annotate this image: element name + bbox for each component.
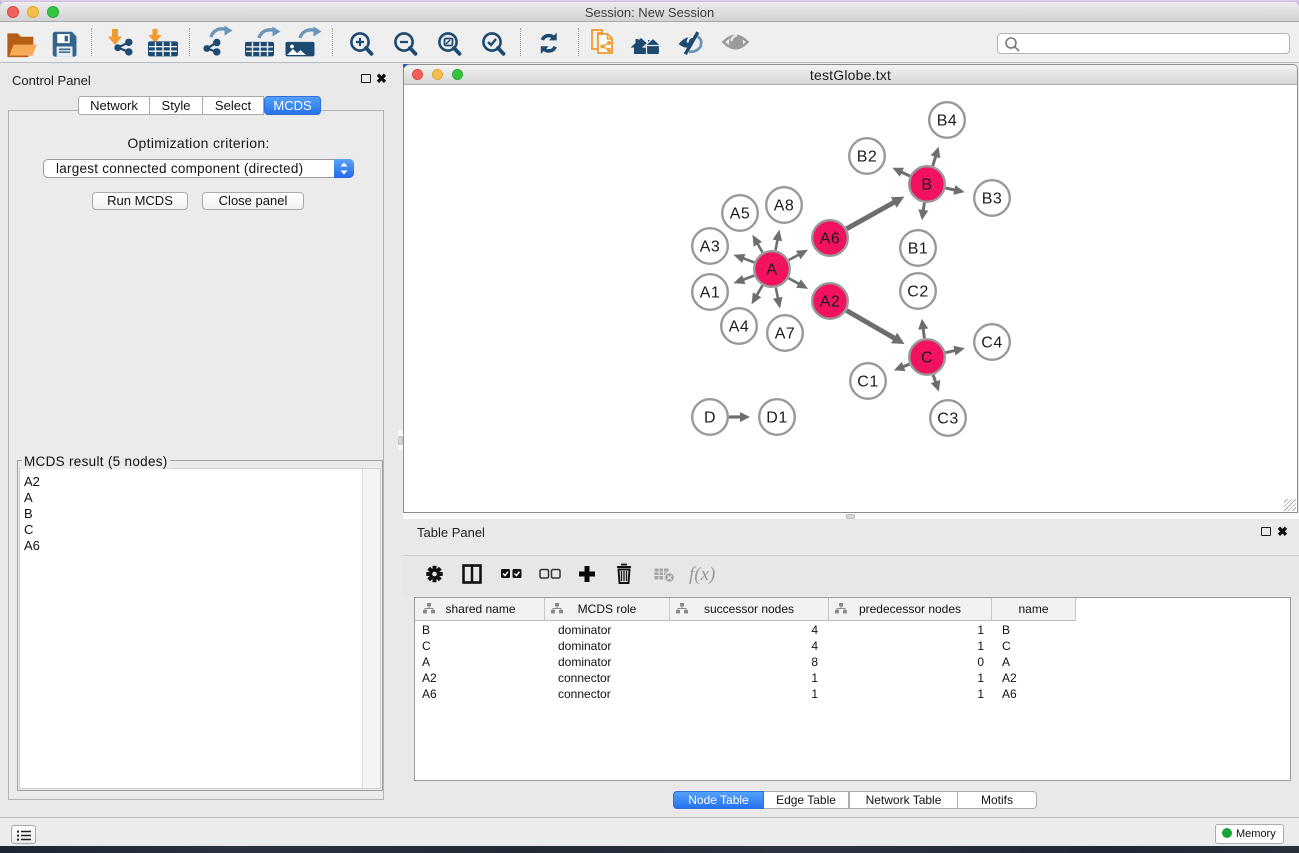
svg-text:C1: C1: [857, 374, 878, 391]
svg-text:A7: A7: [775, 326, 796, 343]
svg-text:B2: B2: [857, 149, 878, 166]
svg-text:B1: B1: [908, 241, 929, 258]
svg-text:A2: A2: [820, 294, 841, 311]
svg-text:A1: A1: [700, 285, 721, 302]
svg-text:C3: C3: [937, 411, 958, 428]
svg-text:D: D: [704, 410, 716, 427]
svg-text:D1: D1: [766, 410, 787, 427]
svg-text:C2: C2: [907, 284, 928, 301]
svg-text:A8: A8: [774, 198, 795, 215]
svg-text:C: C: [921, 350, 933, 367]
svg-text:A3: A3: [700, 239, 721, 256]
svg-text:A5: A5: [730, 206, 751, 223]
svg-text:A6: A6: [820, 231, 841, 248]
svg-text:B4: B4: [937, 113, 958, 130]
svg-text:A4: A4: [729, 319, 750, 336]
svg-text:B: B: [921, 177, 932, 194]
svg-text:A: A: [766, 262, 777, 279]
svg-text:C4: C4: [981, 335, 1002, 352]
svg-text:B3: B3: [982, 191, 1003, 208]
